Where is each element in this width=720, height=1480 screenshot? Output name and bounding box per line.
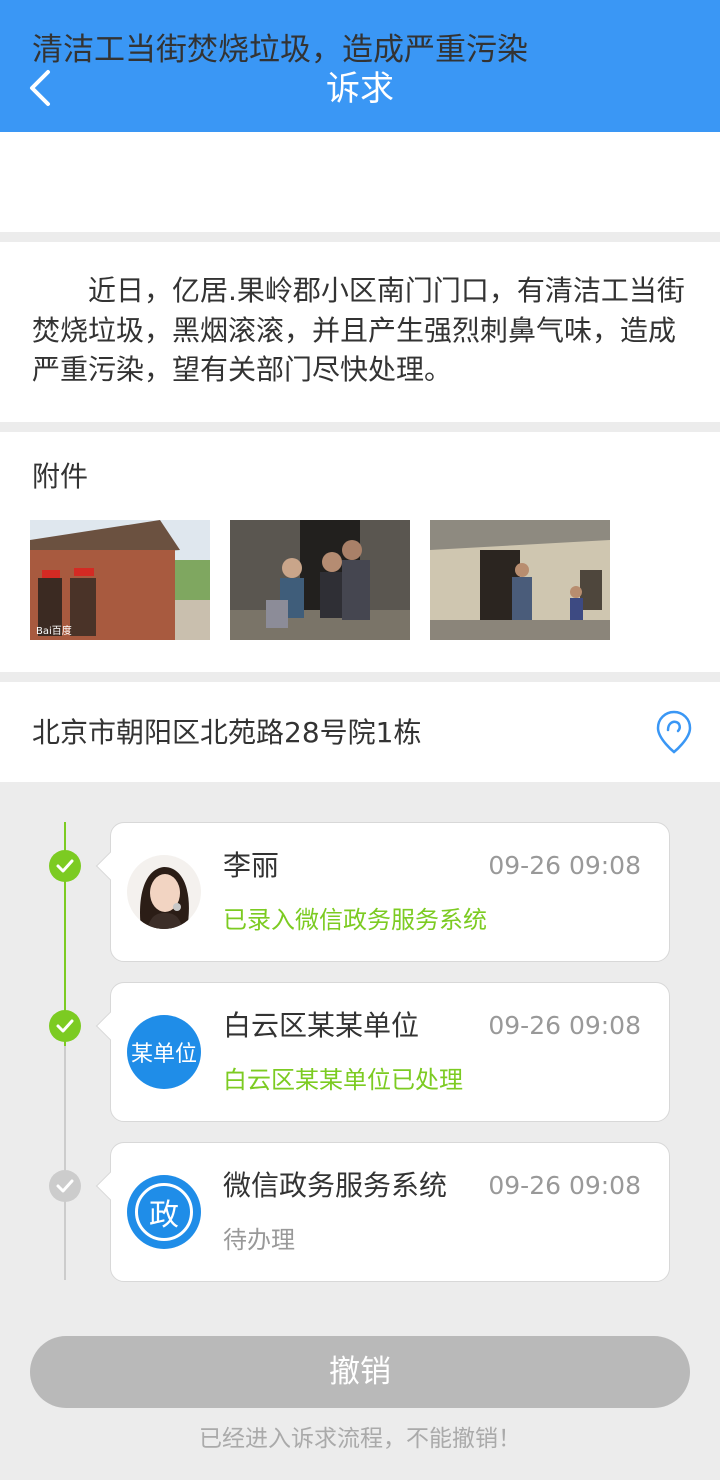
timeline-status: 白云区某某单位已处理 bbox=[223, 1066, 463, 1094]
timeline-name: 李丽 bbox=[223, 849, 280, 882]
page-title: 诉求 bbox=[326, 69, 394, 109]
timeline-status: 已录入微信政务服务系统 bbox=[223, 906, 487, 934]
timeline-card: 某单位 白云区某某单位 09-26 09:08 白云区某某单位已处理 bbox=[95, 982, 670, 1122]
timeline-time: 09-26 09:08 bbox=[488, 1171, 641, 1200]
timeline-time: 09-26 09:08 bbox=[488, 851, 641, 880]
avatar bbox=[127, 855, 201, 929]
location-pin-icon[interactable] bbox=[654, 708, 694, 756]
timeline-line-pending bbox=[64, 1046, 66, 1280]
attachment-watermark: Bai百度 bbox=[36, 624, 72, 637]
avatar: 某单位 bbox=[127, 1015, 201, 1089]
avatar: 政 bbox=[127, 1175, 201, 1249]
timeline-card: 李丽 09-26 09:08 已录入微信政务服务系统 bbox=[95, 822, 670, 962]
check-icon bbox=[49, 1010, 81, 1042]
complaint-description: 近日，亿居.果岭郡小区南门门口，有清洁工当街焚烧垃圾，黑烟滚滚，并且产生强烈刺鼻… bbox=[32, 274, 685, 386]
timeline-status: 待办理 bbox=[223, 1226, 295, 1254]
avatar-label: 某单位 bbox=[130, 1042, 197, 1067]
timeline-name: 微信政务服务系统 bbox=[223, 1169, 448, 1202]
timeline-name: 白云区某某单位 bbox=[223, 1009, 420, 1042]
check-icon bbox=[49, 850, 81, 882]
timeline-card: 政 微信政务服务系统 09-26 09:08 待办理 bbox=[95, 1142, 670, 1282]
attachments-label: 附件 bbox=[32, 460, 89, 493]
attachment-thumbnail[interactable] bbox=[230, 520, 410, 640]
check-icon bbox=[49, 1170, 81, 1202]
avatar-label: 政 bbox=[149, 1198, 179, 1233]
revoke-button[interactable]: 撤销 bbox=[30, 1336, 690, 1408]
address-text: 北京市朝阳区北苑路28号院1栋 bbox=[32, 716, 422, 749]
timeline-time: 09-26 09:08 bbox=[488, 1011, 641, 1040]
attachment-thumbnail[interactable]: Bai百度 bbox=[30, 520, 210, 640]
revoke-hint: 已经进入诉求流程，不能撤销！ bbox=[199, 1426, 521, 1452]
complaint-title-card bbox=[0, 132, 720, 232]
complaint-title: 清洁工当街焚烧垃圾，造成严重污染 bbox=[32, 32, 528, 68]
attachment-thumbnail[interactable] bbox=[430, 520, 610, 640]
